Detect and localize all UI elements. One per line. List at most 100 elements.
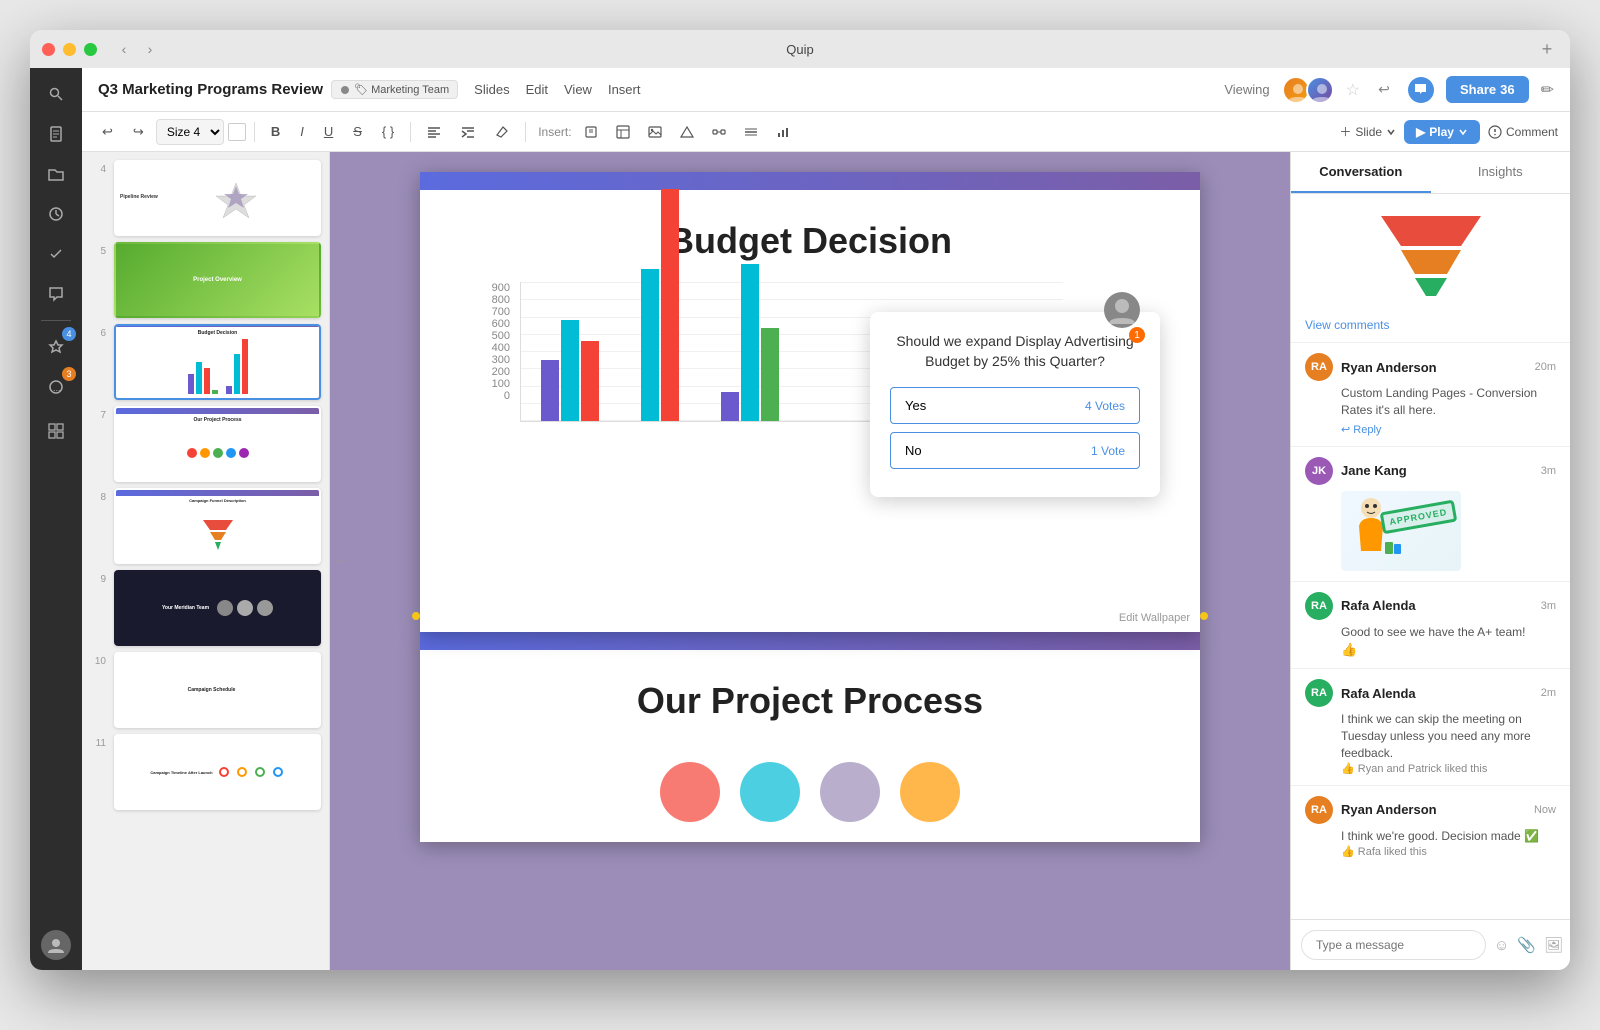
indent-btn[interactable]: [453, 118, 483, 146]
message-input[interactable]: [1301, 930, 1486, 960]
avatar-2: [1306, 76, 1334, 104]
close-button[interactable]: [42, 43, 55, 56]
avatar-rafa-2: RA: [1305, 679, 1333, 707]
viewing-label: Viewing: [1224, 82, 1269, 97]
insert-chart-btn[interactable]: [768, 118, 798, 146]
process-circles: [420, 752, 1200, 842]
bar-social-2: [641, 269, 659, 421]
list-item: 8 Campaign Funnel Description: [90, 488, 321, 564]
insert-label: Insert:: [538, 125, 571, 139]
header-nav: Slides Edit View Insert: [474, 82, 640, 97]
right-panel: Conversation Insights: [1290, 152, 1570, 970]
user-avatar[interactable]: [41, 930, 71, 960]
check-icon-btn[interactable]: [38, 236, 74, 272]
poll-avatar: [1104, 292, 1140, 328]
app-header: Q3 Marketing Programs Review 🏷 Marketing…: [82, 68, 1570, 112]
attachment-btn[interactable]: 📎: [1517, 931, 1536, 959]
grid-icon-btn[interactable]: [38, 413, 74, 449]
insert-image-btn[interactable]: [640, 118, 670, 146]
slides-panel: 4 Pipeline Review: [82, 152, 330, 970]
maximize-button[interactable]: [84, 43, 97, 56]
avatar-jane: JK: [1305, 457, 1333, 485]
clock-icon-btn[interactable]: [38, 196, 74, 232]
avatar-rafa: RA: [1305, 592, 1333, 620]
document-icon-btn[interactable]: [38, 116, 74, 152]
msg-badge-count: 3: [62, 367, 76, 381]
nav-slides[interactable]: Slides: [474, 82, 509, 97]
star-favorite-icon[interactable]: ☆: [1346, 80, 1360, 100]
yellow-dot-2: [1200, 612, 1208, 620]
insert-flow-btn[interactable]: [704, 118, 734, 146]
chat-bubble-btn[interactable]: [1408, 77, 1434, 103]
reaction-text-2: 👍 Rafa liked this: [1305, 845, 1556, 858]
share-button[interactable]: Share 36: [1446, 76, 1529, 103]
align-left-btn[interactable]: [419, 118, 449, 146]
folder-icon-btn[interactable]: [38, 156, 74, 192]
nav-arrows: ‹ ›: [113, 38, 161, 60]
redo-toolbar-btn[interactable]: ↪: [125, 118, 152, 146]
insert-shape-btn[interactable]: [672, 118, 702, 146]
bar-digital-3: [721, 392, 739, 421]
slide-thumb-6[interactable]: Budget Decision: [114, 324, 321, 400]
forward-button[interactable]: ›: [139, 38, 161, 60]
undo-redo: ↩: [1372, 78, 1396, 102]
slide-thumb-8[interactable]: Campaign Funnel Description: [114, 488, 321, 564]
add-button[interactable]: +: [1536, 38, 1558, 60]
chat-icon-btn[interactable]: [38, 276, 74, 312]
view-comments-link[interactable]: View comments: [1291, 318, 1570, 342]
list-item: 7 Our Project Process: [90, 406, 321, 482]
second-slide: Our Project Process: [420, 632, 1200, 842]
insert-divider-btn[interactable]: [736, 118, 766, 146]
code-btn[interactable]: { }: [374, 118, 402, 146]
strikethrough-btn[interactable]: S: [345, 118, 370, 146]
slide-thumb-7[interactable]: Our Project Process: [114, 406, 321, 482]
poll-yes-option[interactable]: Yes 4 Votes: [890, 387, 1140, 424]
slide2-title: Our Project Process: [420, 650, 1200, 752]
size-select[interactable]: Size 4 Size 1 Size 2 Size 3: [156, 119, 224, 145]
image-btn[interactable]: 🖼: [1544, 931, 1563, 959]
toolbar-separator-2: [410, 122, 411, 142]
minimize-button[interactable]: [63, 43, 76, 56]
bar-social-3: [741, 264, 759, 421]
slide-thumb-4[interactable]: Pipeline Review: [114, 160, 321, 236]
comment-button[interactable]: Comment: [1488, 125, 1558, 139]
slide-thumb-10[interactable]: Campaign Schedule: [114, 652, 321, 728]
color-swatch[interactable]: [228, 123, 246, 141]
slide-thumb-5[interactable]: Project Overview: [114, 242, 321, 318]
nav-view[interactable]: View: [564, 82, 592, 97]
slide-thumb-9[interactable]: Your Meridian Team: [114, 570, 321, 646]
nav-edit[interactable]: Edit: [526, 82, 548, 97]
back-button[interactable]: ‹: [113, 38, 135, 60]
chart-y-axis: 900 800 700 600 500 400 300 200 100: [480, 282, 510, 422]
expand-icon[interactable]: ⋯: [336, 553, 350, 570]
edit-pencil-icon[interactable]: ✏: [1541, 80, 1554, 100]
play-button[interactable]: ▶ Play: [1404, 120, 1480, 144]
emoji-btn[interactable]: ☺: [1494, 931, 1509, 959]
poll-no-option[interactable]: No 1 Vote: [890, 432, 1140, 469]
comment-header: RA Rafa Alenda 2m: [1305, 679, 1556, 707]
star-badge-count: 4: [62, 327, 76, 341]
list-item: 9 Your Meridian Team: [90, 570, 321, 646]
insert-text-btn[interactable]: [576, 118, 606, 146]
tab-conversation[interactable]: Conversation: [1291, 152, 1431, 193]
bold-btn[interactable]: B: [263, 118, 288, 146]
nav-insert[interactable]: Insert: [608, 82, 641, 97]
comment-header: JK Jane Kang 3m: [1305, 457, 1556, 485]
italic-btn[interactable]: I: [292, 118, 312, 146]
list-item: 10 Campaign Schedule: [90, 652, 321, 728]
team-badge: 🏷 Marketing Team: [331, 80, 458, 99]
reply-btn[interactable]: ↩ Reply: [1305, 423, 1556, 436]
slide-thumb-11[interactable]: Campaign Timeline After Launch: [114, 734, 321, 810]
add-slide-btn[interactable]: ＋Slide: [1339, 123, 1396, 140]
undo-toolbar-btn[interactable]: ↩: [94, 118, 121, 146]
edit-wallpaper-btn[interactable]: Edit Wallpaper: [1119, 612, 1190, 624]
comment-text: Good to see we have the A+ team!: [1305, 624, 1556, 641]
slide-controls: ＋Slide ▶ Play Comment: [1339, 120, 1558, 144]
search-icon-btn[interactable]: [38, 76, 74, 112]
underline-btn[interactable]: U: [316, 118, 341, 146]
tab-insights[interactable]: Insights: [1431, 152, 1571, 193]
yellow-dot-1: [412, 612, 420, 620]
insert-table-btn[interactable]: [608, 118, 638, 146]
paint-btn[interactable]: [487, 118, 517, 146]
undo-button[interactable]: ↩: [1372, 78, 1396, 102]
